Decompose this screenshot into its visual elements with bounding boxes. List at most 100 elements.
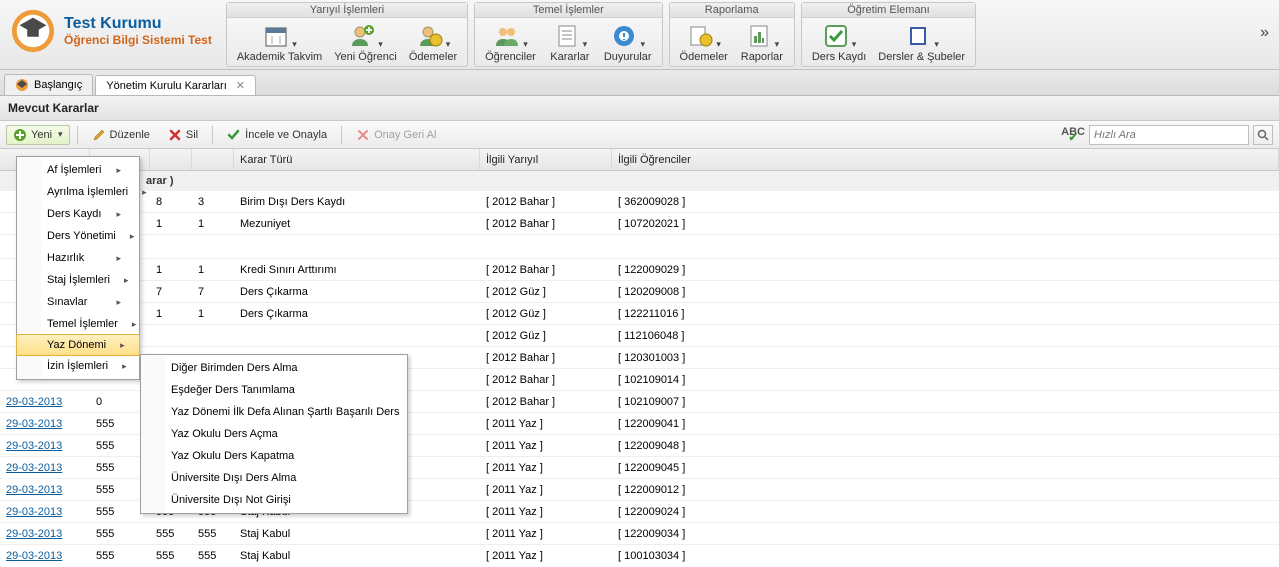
chevron-down-icon: ▾ <box>58 129 63 140</box>
submenu-item[interactable]: Yaz Dönemi İlk Defa Alınan Şartlı Başarı… <box>141 401 407 423</box>
cell: 29-03-2013 <box>0 413 90 434</box>
ribbon-item-label: Ders Kaydı <box>812 51 866 63</box>
table-row[interactable]: 11Kredi Sınırı Arttırımı[ 2012 Bahar ][ … <box>0 259 1279 281</box>
submenu-item[interactable]: Yaz Okulu Ders Kapatma <box>141 445 407 467</box>
chevron-down-icon: ▾ <box>583 39 588 50</box>
app-subtitle: Öğrenci Bilgi Sistemi Test <box>64 33 212 47</box>
ribbon-overflow-button[interactable]: » <box>1260 24 1269 42</box>
menu-item-label: Eşdeğer Ders Tanımlama <box>171 384 295 396</box>
table-row[interactable]: 77Ders Çıkarma[ 2012 Güz ][ 120209008 ] <box>0 281 1279 303</box>
edit-button[interactable]: Düzenle <box>85 125 157 145</box>
table-row[interactable] <box>0 235 1279 259</box>
delete-button[interactable]: Sil <box>161 125 205 145</box>
menu-item[interactable]: Ders Kaydı▸ <box>17 203 139 225</box>
tab[interactable]: Yönetim Kurulu Kararları✕ <box>95 75 256 95</box>
edit-label: Düzenle <box>110 129 150 141</box>
ribbon-item[interactable]: ▾Kararlar <box>542 20 598 65</box>
date-link[interactable]: 29-03-2013 <box>6 462 62 474</box>
submenu-item[interactable]: Üniversite Dışı Ders Alma <box>141 467 407 489</box>
menu-item[interactable]: Hazırlık▸ <box>17 247 139 269</box>
menu-item-label: Temel İşlemler <box>47 318 118 330</box>
menu-item[interactable]: İzin İşlemleri▸ <box>17 355 139 377</box>
cell <box>150 325 192 346</box>
col-yariyil[interactable]: İlgili Yarıyıl <box>480 149 612 170</box>
ribbon-item[interactable]: ▾Dersler & Şubeler <box>872 20 971 65</box>
quick-search-input[interactable] <box>1089 125 1249 145</box>
col-kno[interactable] <box>150 149 192 170</box>
ribbon-item-label: Dersler & Şubeler <box>878 51 965 63</box>
menu-item-label: Ayrılma İşlemleri <box>47 186 128 198</box>
col-karar-turu[interactable]: Karar Türü <box>234 149 480 170</box>
ribbon-item[interactable]: ▾Ödemeler <box>403 20 463 65</box>
chevron-right-icon: ▸ <box>116 165 121 176</box>
col-adet[interactable] <box>192 149 234 170</box>
table-row[interactable]: 83Birim Dışı Ders Kaydı[ 2012 Bahar ][ 3… <box>0 191 1279 213</box>
ribbon-item-label: Akademik Takvim <box>237 51 322 63</box>
pencil-icon <box>92 128 106 142</box>
revert-label: Onay Geri Al <box>374 129 436 141</box>
ribbon-item[interactable]: ▾Duyurular <box>598 20 658 65</box>
new-button[interactable]: Yeni ▾ <box>6 125 70 145</box>
menu-item[interactable]: Sınavlar▸ <box>17 291 139 313</box>
date-link[interactable]: 29-03-2013 <box>6 506 62 518</box>
cell: 29-03-2013 <box>0 391 90 412</box>
review-approve-button[interactable]: İncele ve Onayla <box>220 125 334 145</box>
menu-item[interactable]: Af İşlemleri▸ <box>17 159 139 181</box>
ribbon-item[interactable]: ▾Raporlar <box>734 20 790 65</box>
date-link[interactable]: 29-03-2013 <box>6 550 62 562</box>
menu-item[interactable]: Yaz Dönemi▸ <box>16 334 140 356</box>
cell: Staj Kabul <box>234 523 480 544</box>
ribbon-item[interactable]: ▾Ders Kaydı <box>806 20 872 65</box>
submenu-item[interactable]: Üniversite Dışı Not Girişi <box>141 489 407 511</box>
ribbon-item[interactable]: ▾Akademik Takvim <box>231 20 328 65</box>
search-button[interactable] <box>1253 125 1273 145</box>
menu-item[interactable]: Ayrılma İşlemleri▸ <box>17 181 139 203</box>
submenu-item[interactable]: Diğer Birimden Ders Alma <box>141 357 407 379</box>
cell: Mezuniyet <box>234 213 480 234</box>
logo-block: Test Kurumu Öğrenci Bilgi Sistemi Test <box>6 2 226 60</box>
chevron-right-icon: ▸ <box>132 319 137 330</box>
new-dropdown-menu[interactable]: Af İşlemleri▸Ayrılma İşlemleri▸Ders Kayd… <box>16 156 140 380</box>
ribbon-item[interactable]: ▾Ödemeler <box>674 20 734 65</box>
col-ogrenciler[interactable]: İlgili Öğrenciler <box>612 149 1279 170</box>
cell: [ 2011 Yaz ] <box>480 479 612 500</box>
ribbon-item[interactable]: ▾Öğrenciler <box>479 20 542 65</box>
menu-item[interactable]: Ders Yönetimi▸ <box>17 225 139 247</box>
menu-item-label: Yaz Okulu Ders Kapatma <box>171 450 294 462</box>
table-row[interactable]: [ 2012 Güz ][ 112106048 ] <box>0 325 1279 347</box>
cell: [ 2012 Bahar ] <box>480 213 612 234</box>
menu-item[interactable]: Staj İşlemleri▸ <box>17 269 139 291</box>
ribbon-item-label: Kararlar <box>550 51 589 63</box>
cell <box>192 325 234 346</box>
cell: [ 2011 Yaz ] <box>480 545 612 566</box>
chevron-right-icon: ▸ <box>116 253 121 264</box>
ribbon-item[interactable]: ▾Yeni Öğrenci <box>328 20 403 65</box>
date-link[interactable]: 29-03-2013 <box>6 440 62 452</box>
group-row[interactable]: arar ) <box>0 171 1279 191</box>
menu-item-label: Diğer Birimden Ders Alma <box>171 362 298 374</box>
submenu-item[interactable]: Yaz Okulu Ders Açma <box>141 423 407 445</box>
tab[interactable]: Başlangıç <box>4 74 93 95</box>
submenu-item[interactable]: Eşdeğer Ders Tanımlama <box>141 379 407 401</box>
cell: 29-03-2013 <box>0 501 90 522</box>
table-row[interactable]: 11Mezuniyet[ 2012 Bahar ][ 107202021 ] <box>0 213 1279 235</box>
tab-strip: BaşlangıçYönetim Kurulu Kararları✕ <box>0 70 1279 96</box>
date-link[interactable]: 29-03-2013 <box>6 484 62 496</box>
yaz-donemi-submenu[interactable]: Diğer Birimden Ders Alma Eşdeğer Ders Tan… <box>140 354 408 514</box>
separator <box>77 126 78 144</box>
date-link[interactable]: 29-03-2013 <box>6 396 62 408</box>
revert-approval-button[interactable]: Onay Geri Al <box>349 125 443 145</box>
table-row[interactable]: 11Ders Çıkarma[ 2012 Güz ][ 122211016 ] <box>0 303 1279 325</box>
date-link[interactable]: 29-03-2013 <box>6 418 62 430</box>
cell: Staj Kabul <box>234 545 480 566</box>
chevron-down-icon: ▾ <box>852 39 857 50</box>
table-row[interactable]: 29-03-2013555555555Staj Kabul[ 2011 Yaz … <box>0 545 1279 566</box>
spellcheck-icon[interactable]: ABC✔ <box>1061 129 1085 141</box>
date-link[interactable]: 29-03-2013 <box>6 528 62 540</box>
cell: 7 <box>192 281 234 302</box>
close-icon[interactable]: ✕ <box>236 79 245 92</box>
cell: [ 122211016 ] <box>612 303 1279 324</box>
menu-item[interactable]: Temel İşlemler ▸ <box>17 313 139 335</box>
cell <box>234 325 480 346</box>
table-row[interactable]: 29-03-2013555555555Staj Kabul[ 2011 Yaz … <box>0 523 1279 545</box>
